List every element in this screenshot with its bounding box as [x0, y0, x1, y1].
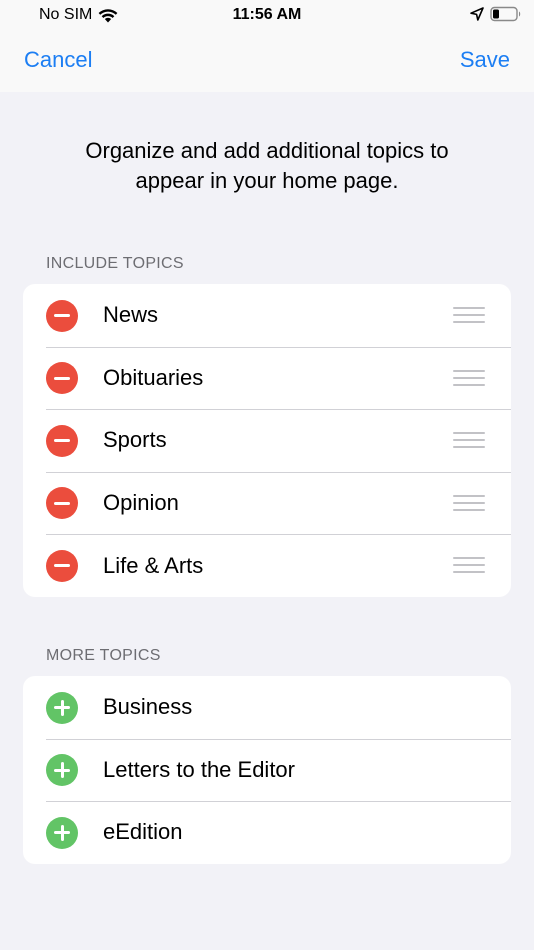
remove-topic-button[interactable]: [46, 487, 78, 520]
drag-handle-icon[interactable]: [453, 557, 485, 575]
intro-line-1: Organize and add additional topics to: [85, 138, 449, 163]
list-item-life-arts: Life & Arts: [23, 534, 511, 597]
remove-topic-button[interactable]: [46, 424, 78, 457]
remove-topic-button[interactable]: [46, 299, 78, 332]
intro-line-2: appear in your home page.: [135, 168, 399, 193]
minus-icon: [54, 376, 70, 380]
topic-label: Business: [103, 694, 193, 720]
include-topics-header: INCLUDE TOPICS: [46, 255, 184, 272]
add-topic-button[interactable]: [46, 754, 78, 787]
topic-label: News: [103, 302, 159, 328]
cancel-button[interactable]: Cancel: [24, 47, 92, 73]
include-topics-list: News Obituaries Sports Opinion Life & Ar…: [23, 284, 511, 597]
list-item-eedition: eEdition: [23, 801, 511, 864]
nav-bar: Cancel Save: [0, 30, 534, 92]
add-topic-button[interactable]: [46, 816, 78, 849]
drag-handle-icon[interactable]: [453, 307, 485, 325]
more-topics-header: MORE TOPICS: [46, 647, 161, 664]
minus-icon: [54, 439, 70, 443]
topic-label: eEdition: [103, 819, 183, 845]
status-right: [470, 6, 522, 22]
list-item-sports: Sports: [23, 409, 511, 472]
intro-text: Organize and add additional topics to ap…: [40, 136, 494, 196]
topic-label: Obituaries: [103, 364, 204, 390]
list-item-obituaries: Obituaries: [23, 346, 511, 410]
topic-label: Life & Arts: [103, 552, 204, 578]
location-arrow-icon: [470, 7, 484, 21]
add-topic-button[interactable]: [46, 691, 78, 724]
battery-icon: [490, 6, 521, 22]
status-time: 11:56 AM: [232, 6, 302, 23]
status-bar: No SIM 11:56 AM: [0, 0, 534, 30]
list-item-business: Business: [23, 676, 511, 739]
drag-handle-icon[interactable]: [453, 494, 485, 513]
drag-handle-icon[interactable]: [453, 432, 485, 450]
topic-label: Letters to the Editor: [103, 756, 295, 782]
list-item-opinion: Opinion: [23, 471, 511, 535]
remove-topic-button[interactable]: [46, 549, 78, 582]
remove-topic-button[interactable]: [46, 362, 78, 395]
list-item-letters-to-the-editor: Letters to the Editor: [23, 738, 511, 802]
save-button[interactable]: Save: [460, 47, 510, 73]
minus-icon: [54, 501, 70, 505]
minus-icon: [54, 314, 70, 317]
topic-label: Opinion: [103, 490, 179, 516]
drag-handle-icon[interactable]: [453, 369, 485, 388]
topic-label: Sports: [103, 427, 167, 453]
minus-icon: [54, 564, 70, 568]
more-topics-list: Business Letters to the Editor eEdition: [23, 676, 511, 864]
list-item-news: News: [23, 284, 511, 347]
